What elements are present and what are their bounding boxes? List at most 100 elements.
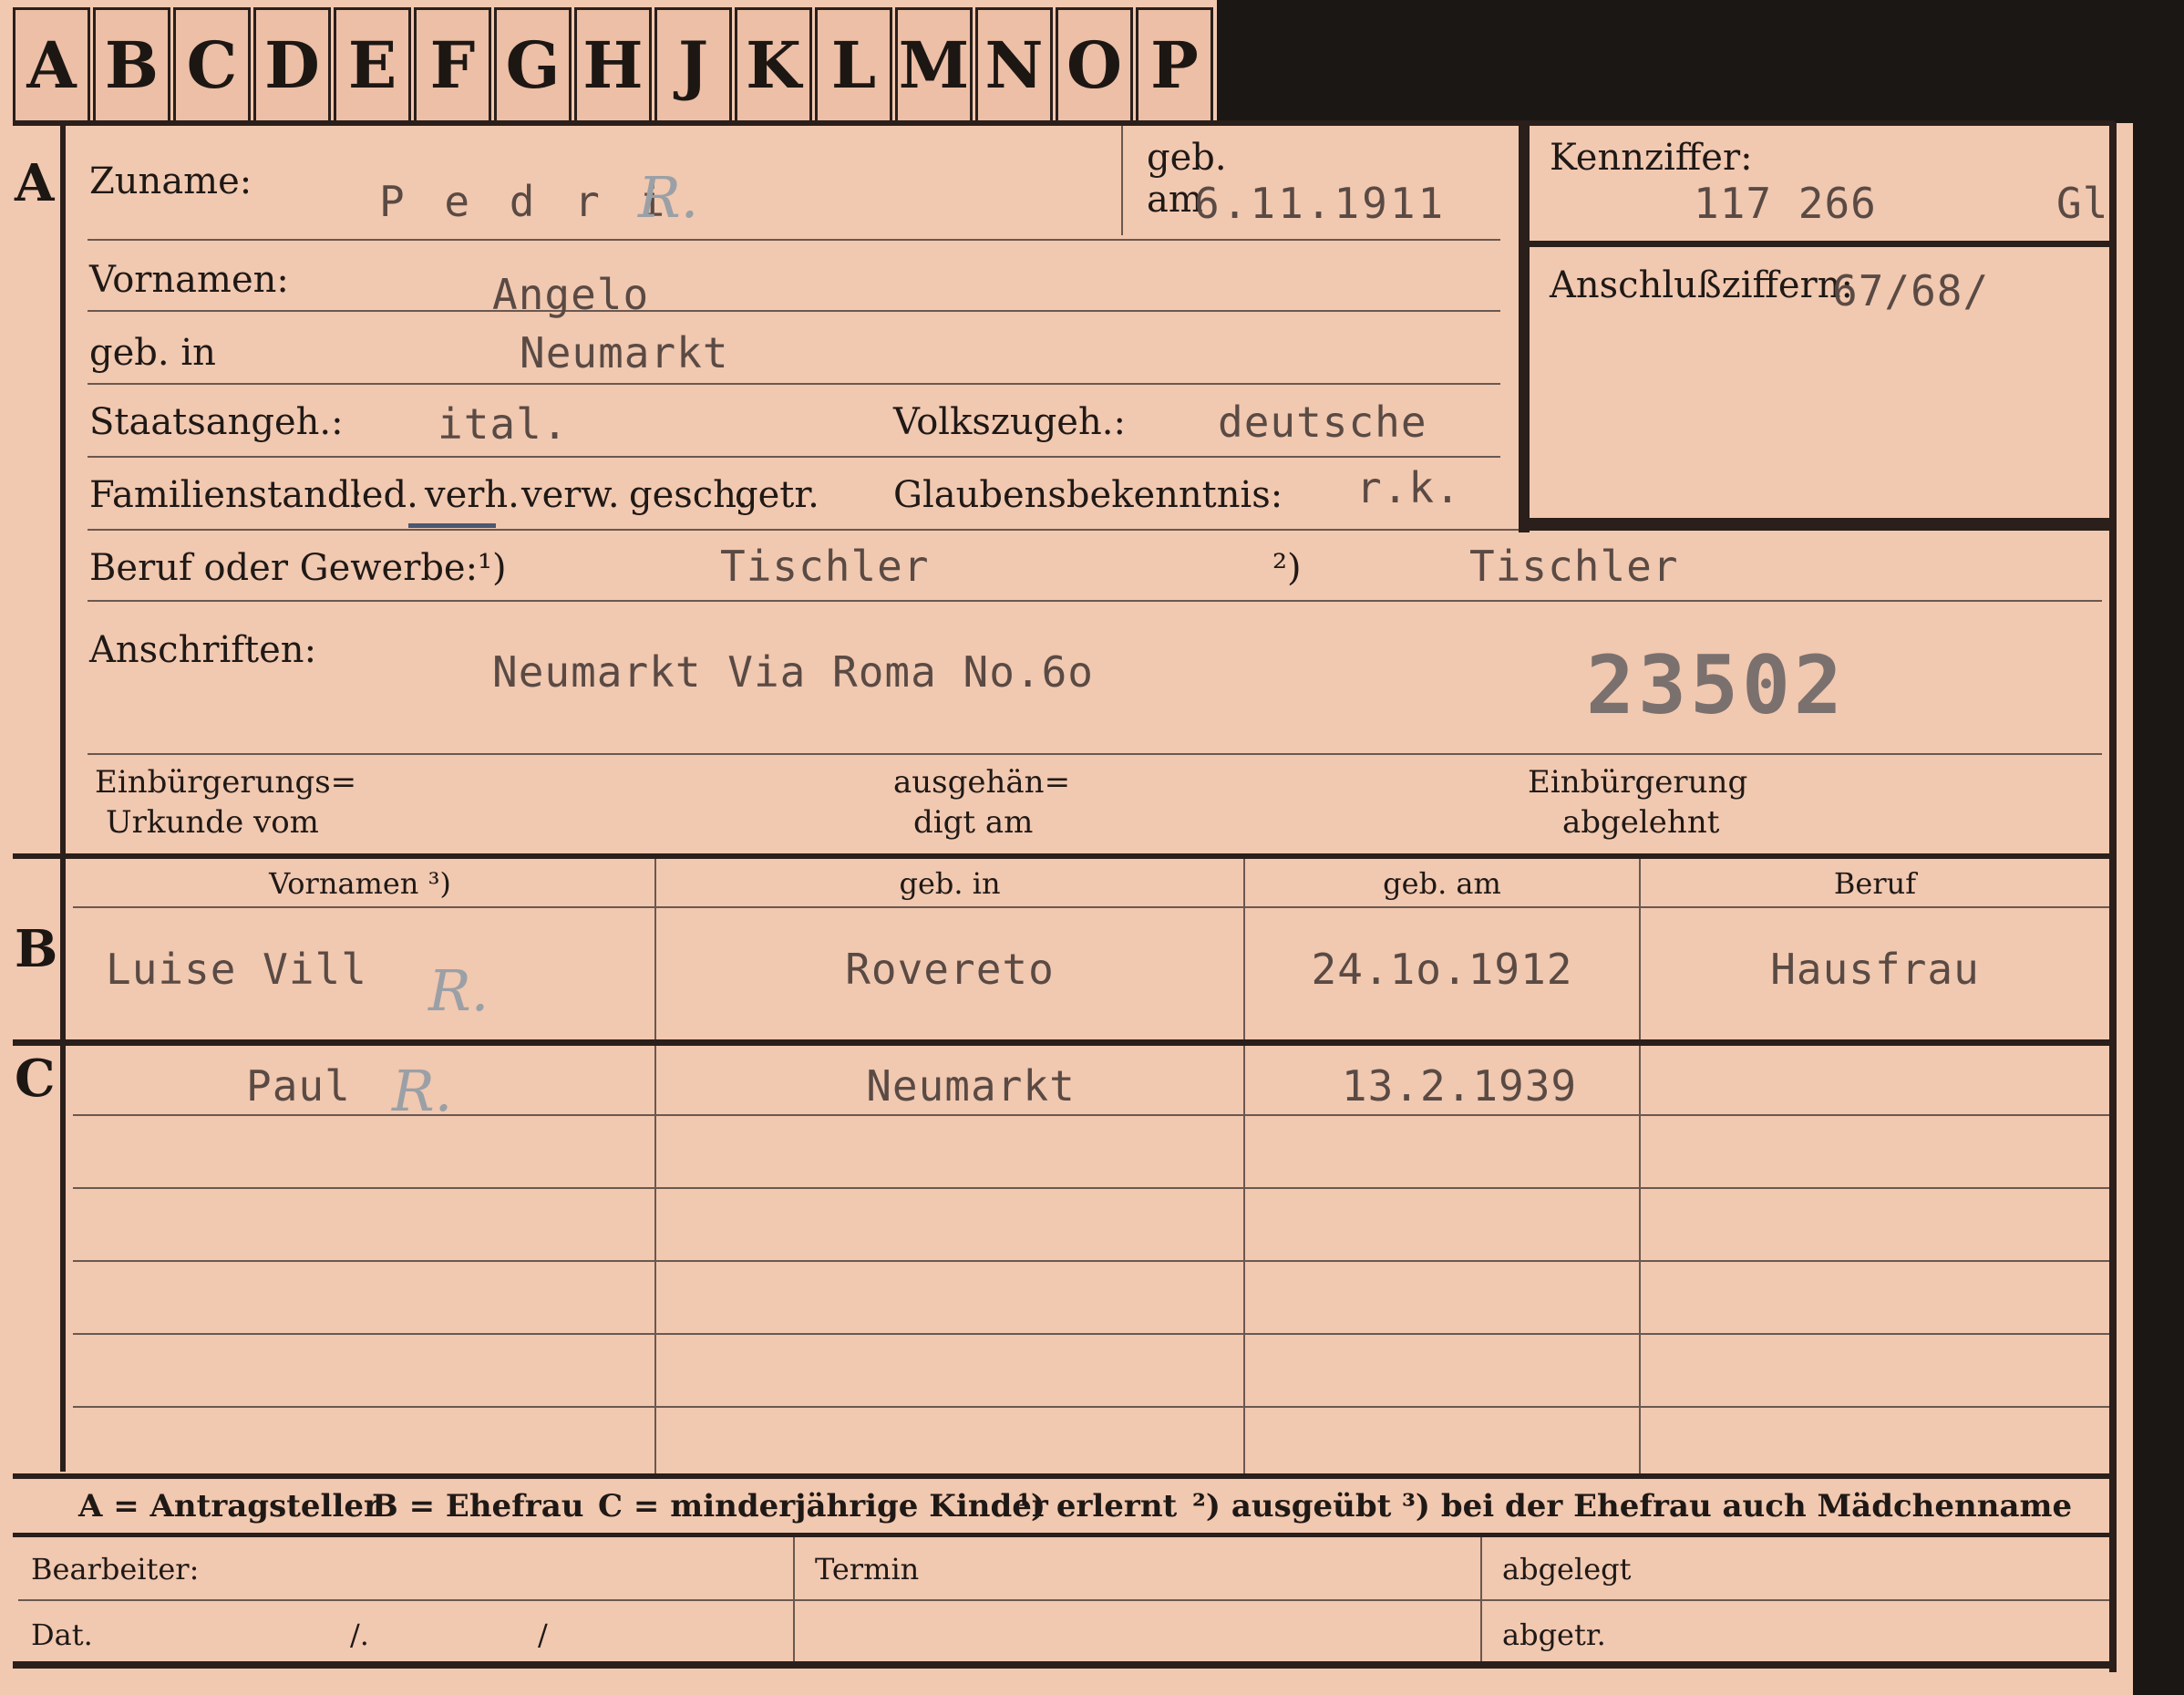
tab-f[interactable]: F xyxy=(414,7,491,120)
spouse-header-names: Vornamen ³) xyxy=(269,866,451,901)
kennziffer-suffix: Gl xyxy=(2056,179,2109,228)
ethnicity-value: deutsche xyxy=(1218,398,1427,447)
marital-option-widowed: verw. xyxy=(521,474,620,516)
married-underline xyxy=(408,523,496,528)
row-line xyxy=(88,600,2102,602)
row-line xyxy=(88,310,1500,312)
tab-n[interactable]: N xyxy=(975,7,1053,120)
row-line xyxy=(73,1333,2109,1335)
ethnicity-label: Volkszugeh.: xyxy=(893,401,1126,443)
alphabet-tabs: A B C D E F G H J K L M N O P xyxy=(13,7,1216,122)
tab-l[interactable]: L xyxy=(815,7,892,120)
date-separator-2: / xyxy=(538,1617,548,1652)
birthplace-value: Neumarkt xyxy=(520,328,729,377)
handwritten-mark: R. xyxy=(392,1058,453,1124)
rejected-label-1: Einbürgerung xyxy=(1528,764,1748,801)
legend-b: B = Ehefrau xyxy=(372,1488,584,1524)
legend-c: C = minderjährige Kinder xyxy=(598,1488,1048,1524)
first-names-value: Angelo xyxy=(492,270,650,319)
tab-background xyxy=(1217,0,2133,123)
tab-k[interactable]: K xyxy=(735,7,812,120)
spouse-header-birthdate: geb. am xyxy=(1383,866,1501,901)
left-border xyxy=(60,122,66,1472)
geb-divider xyxy=(1121,126,1123,235)
tab-g[interactable]: G xyxy=(494,7,572,120)
marital-option-married: verh. xyxy=(425,474,520,516)
tab-b[interactable]: B xyxy=(93,7,170,120)
legend-note-3: ³) bei der Ehefrau auch Mädchenname xyxy=(1402,1488,2073,1524)
surname-value: P e d r i xyxy=(379,177,673,226)
row-line xyxy=(73,1406,2109,1408)
section-a-letter: A xyxy=(15,153,55,213)
birthplace-label: geb. in xyxy=(89,332,216,374)
marital-option-divorced: gesch. xyxy=(629,474,748,516)
tab-m[interactable]: M xyxy=(895,7,973,120)
id-box-divider xyxy=(1519,241,2109,247)
kennziffer-value: 117 266 xyxy=(1694,179,1877,228)
top-border xyxy=(13,120,2115,126)
religion-value: r.k. xyxy=(1356,463,1461,512)
first-names-label: Vornamen: xyxy=(89,259,289,301)
tab-d[interactable]: D xyxy=(253,7,331,120)
index-card: A B C D E F G H J K L M N O P A B C Kenn… xyxy=(0,0,2133,1695)
section-c-divider xyxy=(13,1473,2115,1479)
geb-label: geb. xyxy=(1147,137,1227,179)
rejected-label-2: abgelehnt xyxy=(1562,804,1720,841)
legend-note-1: ¹) erlernt xyxy=(1017,1488,1178,1524)
tab-o[interactable]: O xyxy=(1056,7,1133,120)
address-value: Neumarkt Via Roma No.6o xyxy=(492,647,1094,697)
tab-h[interactable]: H xyxy=(574,7,652,120)
header-line xyxy=(73,906,2109,908)
spouse-header-birthplace: geb. in xyxy=(899,866,1001,901)
section-b-letter: B xyxy=(15,919,58,979)
marital-label: Familienstand: xyxy=(89,474,363,516)
profession-practiced-value: Tischler xyxy=(1469,542,1679,591)
row-line xyxy=(73,1187,2109,1189)
naturalization-label-2: Urkunde vom xyxy=(106,804,319,841)
tab-a[interactable]: A xyxy=(13,7,90,120)
handwritten-mark: R. xyxy=(638,164,699,231)
citizenship-value: ital. xyxy=(438,399,569,449)
tab-p[interactable]: P xyxy=(1136,7,1213,120)
child-birthplace: Neumarkt xyxy=(866,1061,1076,1111)
handed-label-2: digt am xyxy=(913,804,1034,841)
date-separator-1: /. xyxy=(350,1617,369,1652)
handed-label-1: ausgehän= xyxy=(893,764,1071,801)
handwritten-mark: R. xyxy=(428,957,489,1024)
spouse-header-profession: Beruf xyxy=(1833,866,1917,901)
row-line xyxy=(88,456,1500,458)
legend-a: A = Antragsteller xyxy=(78,1488,380,1524)
section-b-divider xyxy=(13,1039,2115,1046)
section-a-divider xyxy=(13,853,2115,859)
legend-note-2: ²) ausgeübt xyxy=(1192,1488,1392,1524)
citizenship-label: Staatsangeh.: xyxy=(89,401,344,443)
birth-date-value: 6.11.1911 xyxy=(1194,179,1447,228)
religion-label: Glaubensbekenntnis: xyxy=(893,474,1283,516)
abgelegt-label: abgelegt xyxy=(1502,1552,1632,1586)
spouse-name: Luise Vill xyxy=(106,945,367,994)
anschluss-label: Anschlußziffern: xyxy=(1550,264,1853,306)
stamp-number: 23502 xyxy=(1586,638,1846,732)
tab-j[interactable]: J xyxy=(654,7,732,120)
legend-divider xyxy=(13,1533,2115,1537)
bottom-border xyxy=(13,1661,2115,1669)
row-line xyxy=(88,529,1519,531)
bearbeiter-label: Bearbeiter: xyxy=(31,1552,200,1586)
naturalization-label-1: Einbürgerungs= xyxy=(95,764,357,801)
spouse-profession: Hausfrau xyxy=(1770,945,1980,994)
right-border xyxy=(2109,122,2117,1672)
row-line xyxy=(88,383,1500,385)
termin-label: Termin xyxy=(815,1552,920,1586)
spouse-birthdate: 24.1o.1912 xyxy=(1311,945,1573,994)
note-1-marker: ¹) xyxy=(478,547,507,589)
anschluss-value: 67/68/ xyxy=(1832,266,1990,315)
child-birthdate: 13.2.1939 xyxy=(1341,1061,1578,1111)
dat-label: Dat. xyxy=(31,1617,93,1652)
row-line xyxy=(73,1114,2109,1116)
row-line xyxy=(88,753,2102,755)
row-line xyxy=(73,1260,2109,1262)
id-box-bottom-border xyxy=(1519,518,2109,531)
tab-c[interactable]: C xyxy=(173,7,251,120)
tab-e[interactable]: E xyxy=(334,7,411,120)
child-name: Paul xyxy=(246,1061,351,1111)
